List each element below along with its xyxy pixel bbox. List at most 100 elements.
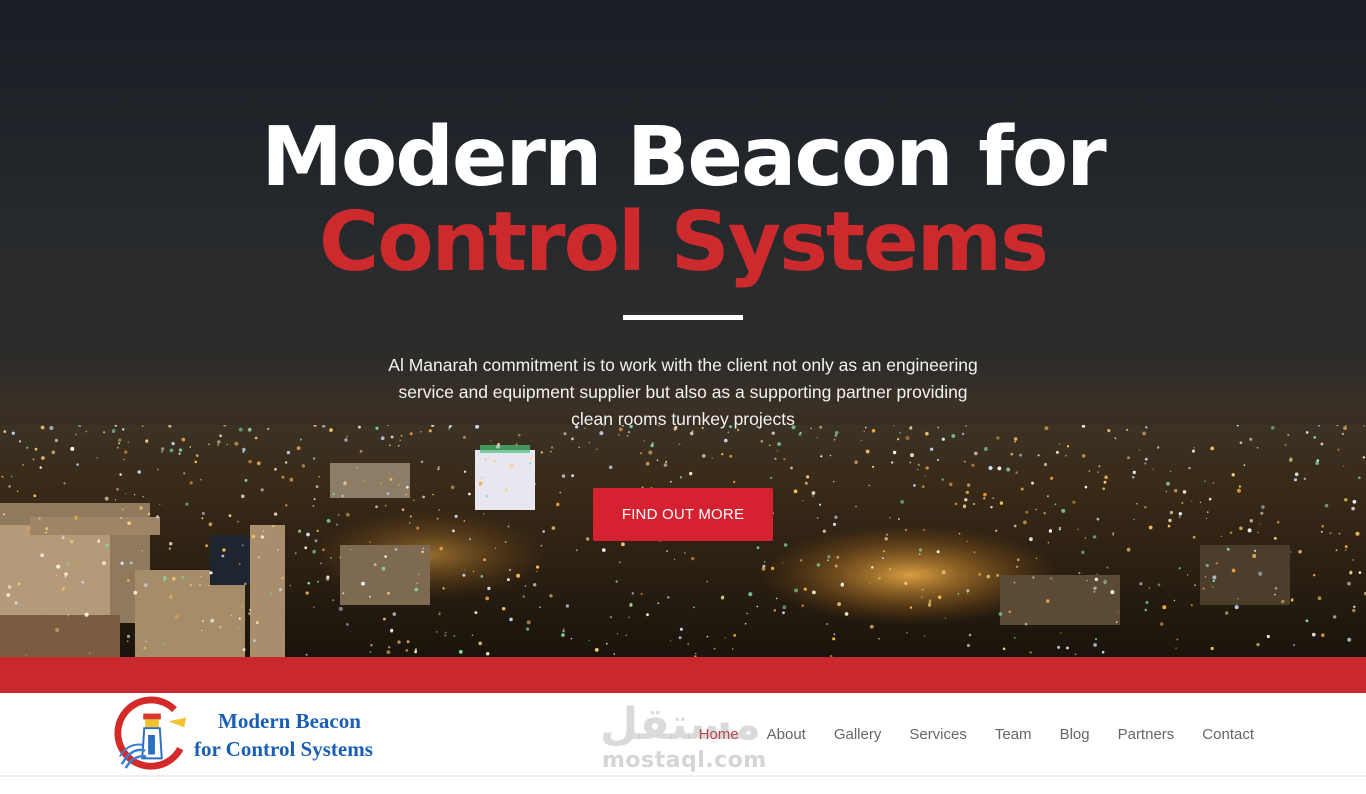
city-light — [608, 465, 613, 470]
city-light — [996, 573, 1000, 577]
city-light — [345, 512, 350, 517]
city-light — [1015, 471, 1018, 474]
city-light — [194, 460, 198, 464]
city-light — [39, 466, 42, 469]
city-light — [1352, 608, 1356, 613]
city-light — [404, 493, 408, 496]
city-light — [256, 461, 261, 466]
city-light — [408, 522, 411, 524]
nav-item-home[interactable]: Home — [699, 726, 739, 743]
city-light — [1142, 431, 1146, 436]
city-light — [971, 463, 975, 467]
nav-item-team[interactable]: Team — [995, 726, 1032, 743]
city-light — [127, 441, 129, 443]
city-light — [1212, 482, 1215, 484]
city-light — [783, 458, 786, 461]
city-light — [45, 527, 49, 531]
city-light — [349, 548, 352, 551]
nav-item-contact[interactable]: Contact — [1202, 726, 1254, 743]
city-light — [801, 604, 805, 607]
city-light — [1305, 619, 1309, 623]
city-light — [181, 576, 185, 579]
nav-item-services[interactable]: Services — [909, 726, 967, 743]
city-light — [1144, 457, 1148, 461]
find-out-more-button[interactable]: FIND OUT MORE — [593, 488, 773, 541]
city-light — [936, 550, 940, 554]
city-light — [453, 634, 456, 637]
city-light — [1024, 622, 1028, 626]
city-light — [485, 596, 490, 601]
city-light — [1081, 550, 1085, 555]
city-light — [578, 446, 580, 449]
city-light — [526, 620, 531, 625]
nav-item-gallery[interactable]: Gallery — [834, 726, 882, 743]
city-light — [802, 500, 804, 502]
city-light — [156, 515, 159, 519]
city-light — [346, 435, 348, 438]
city-light — [509, 617, 513, 622]
city-light — [1145, 426, 1148, 429]
city-light — [462, 573, 466, 577]
city-light — [1273, 536, 1277, 540]
city-light — [217, 440, 221, 444]
city-light — [313, 606, 315, 608]
city-light — [1193, 447, 1195, 449]
city-light — [317, 580, 319, 583]
city-light — [1098, 465, 1101, 468]
city-light — [1020, 487, 1024, 491]
city-light — [3, 430, 7, 433]
city-light — [306, 532, 310, 537]
city-light — [1243, 464, 1246, 467]
city-light — [84, 612, 89, 617]
city-light — [141, 550, 143, 552]
city-light — [274, 467, 277, 471]
city-light — [241, 494, 245, 499]
city-light — [1276, 520, 1280, 524]
nav-item-blog[interactable]: Blog — [1060, 726, 1090, 743]
city-light — [1212, 586, 1214, 588]
city-light — [260, 535, 265, 539]
brand-logo[interactable]: Modern Beacon for Control Systems — [114, 695, 404, 775]
city-light — [253, 639, 256, 642]
city-light — [1048, 529, 1052, 533]
city-light — [161, 447, 165, 451]
city-light — [301, 464, 305, 468]
city-light — [33, 494, 37, 498]
city-light — [126, 634, 131, 638]
nav-item-partners[interactable]: Partners — [1118, 726, 1175, 743]
city-light — [1139, 582, 1143, 586]
city-light — [320, 562, 322, 565]
city-light — [539, 606, 541, 608]
city-light — [973, 551, 976, 553]
city-light — [651, 442, 654, 445]
city-light — [588, 640, 590, 642]
city-light — [1144, 608, 1148, 612]
city-light — [966, 589, 970, 593]
city-light — [1259, 523, 1261, 525]
city-light — [368, 595, 371, 598]
city-light — [540, 544, 543, 547]
city-light — [1162, 605, 1167, 610]
city-light — [1176, 638, 1179, 641]
city-light — [670, 480, 672, 483]
city-light — [248, 612, 252, 616]
city-light — [406, 486, 409, 489]
city-light — [806, 475, 810, 479]
city-light — [834, 434, 837, 437]
city-light — [923, 635, 926, 637]
city-light — [189, 584, 192, 587]
city-light — [570, 637, 573, 640]
city-light — [837, 602, 841, 606]
city-light — [200, 575, 203, 578]
city-light — [1127, 456, 1130, 460]
city-light — [1208, 497, 1212, 501]
city-light — [1092, 535, 1097, 539]
city-light — [631, 592, 634, 595]
city-light — [1066, 646, 1069, 650]
nav-item-about[interactable]: About — [767, 726, 806, 743]
city-light — [1341, 432, 1344, 435]
city-light — [869, 624, 874, 629]
city-light — [663, 463, 668, 467]
city-light — [782, 562, 784, 564]
city-light — [1344, 545, 1348, 549]
